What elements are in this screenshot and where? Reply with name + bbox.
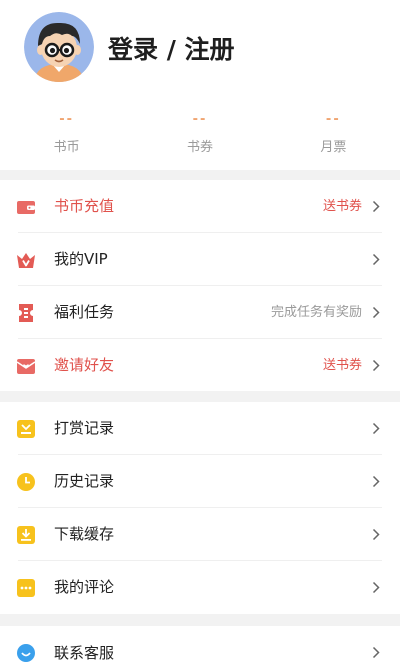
chevron-right-icon	[372, 306, 380, 319]
avatar[interactable]	[24, 12, 94, 82]
menu-item-label: 历史记录	[54, 472, 115, 490]
chevron-right-icon	[372, 359, 380, 372]
comment-icon	[17, 579, 35, 597]
reward-icon	[17, 420, 35, 438]
menu-item-download-cache[interactable]: 下载缓存	[0, 508, 400, 561]
menu-item-recharge[interactable]: 书币充值 送书券	[0, 180, 400, 233]
customer-service-icon	[17, 644, 35, 662]
menu-item-label: 联系客服	[54, 644, 115, 662]
chevron-right-icon	[372, 528, 380, 541]
menu-group-records: 打赏记录 历史记录 下载缓存 我的评论	[0, 402, 400, 614]
menu-item-label: 我的评论	[54, 578, 115, 596]
menu-item-customer-service[interactable]: 联系客服	[0, 626, 400, 666]
menu-item-label: 打赏记录	[54, 419, 115, 437]
clock-icon	[17, 473, 35, 491]
stat-monthly-tickets[interactable]: -- 月票	[267, 110, 400, 162]
menu-item-label: 福利任务	[54, 303, 115, 321]
stat-value: --	[59, 112, 75, 127]
menu-item-reward-records[interactable]: 打赏记录	[0, 402, 400, 455]
stat-value: --	[192, 112, 208, 127]
chevron-right-icon	[372, 581, 380, 594]
menu-item-label: 书币充值	[54, 197, 115, 215]
chevron-right-icon	[372, 253, 380, 266]
menu-item-note: 送书券	[322, 358, 362, 373]
wallet-icon	[17, 201, 35, 214]
stats-bar: -- 书币 -- 书券 -- 月票	[0, 110, 400, 162]
download-icon	[17, 526, 35, 544]
menu-item-vip[interactable]: 我的VIP	[0, 233, 400, 286]
menu-item-invite-friends[interactable]: 邀请好友 送书券	[0, 339, 400, 392]
menu-item-history[interactable]: 历史记录	[0, 455, 400, 508]
menu-group-support: 联系客服	[0, 626, 400, 666]
menu-item-label: 我的VIP	[54, 250, 108, 268]
chevron-right-icon	[372, 200, 380, 213]
profile-header: 登录 / 注册 -- 书币 -- 书券 -- 月票	[0, 0, 400, 170]
menu-item-label: 下载缓存	[54, 525, 115, 543]
menu-item-my-comments[interactable]: 我的评论	[0, 561, 400, 614]
login-register-link[interactable]: 登录 / 注册	[108, 30, 235, 66]
chevron-right-icon	[372, 646, 380, 659]
stat-label: 月票	[320, 140, 347, 155]
vip-crown-icon	[17, 253, 35, 268]
menu-item-note: 完成任务有奖励	[270, 305, 362, 320]
menu-item-label: 邀请好友	[54, 356, 115, 374]
avatar-cartoon-icon	[24, 12, 94, 82]
menu-item-welfare-tasks[interactable]: 福利任务 完成任务有奖励	[0, 286, 400, 339]
stat-vouchers[interactable]: -- 书券	[133, 110, 266, 162]
stat-value: --	[325, 112, 341, 127]
invite-envelope-icon	[16, 359, 36, 374]
menu-item-note: 送书券	[322, 199, 362, 214]
menu-group-account: 书币充值 送书券 我的VIP 福利任务 完成任务有奖励 邀请好友 送书券	[0, 180, 400, 391]
ticket-icon	[19, 304, 33, 322]
chevron-right-icon	[372, 475, 380, 488]
stat-coins[interactable]: -- 书币	[0, 110, 133, 162]
chevron-right-icon	[372, 422, 380, 435]
stat-label: 书币	[53, 140, 80, 155]
stat-label: 书券	[186, 140, 213, 155]
